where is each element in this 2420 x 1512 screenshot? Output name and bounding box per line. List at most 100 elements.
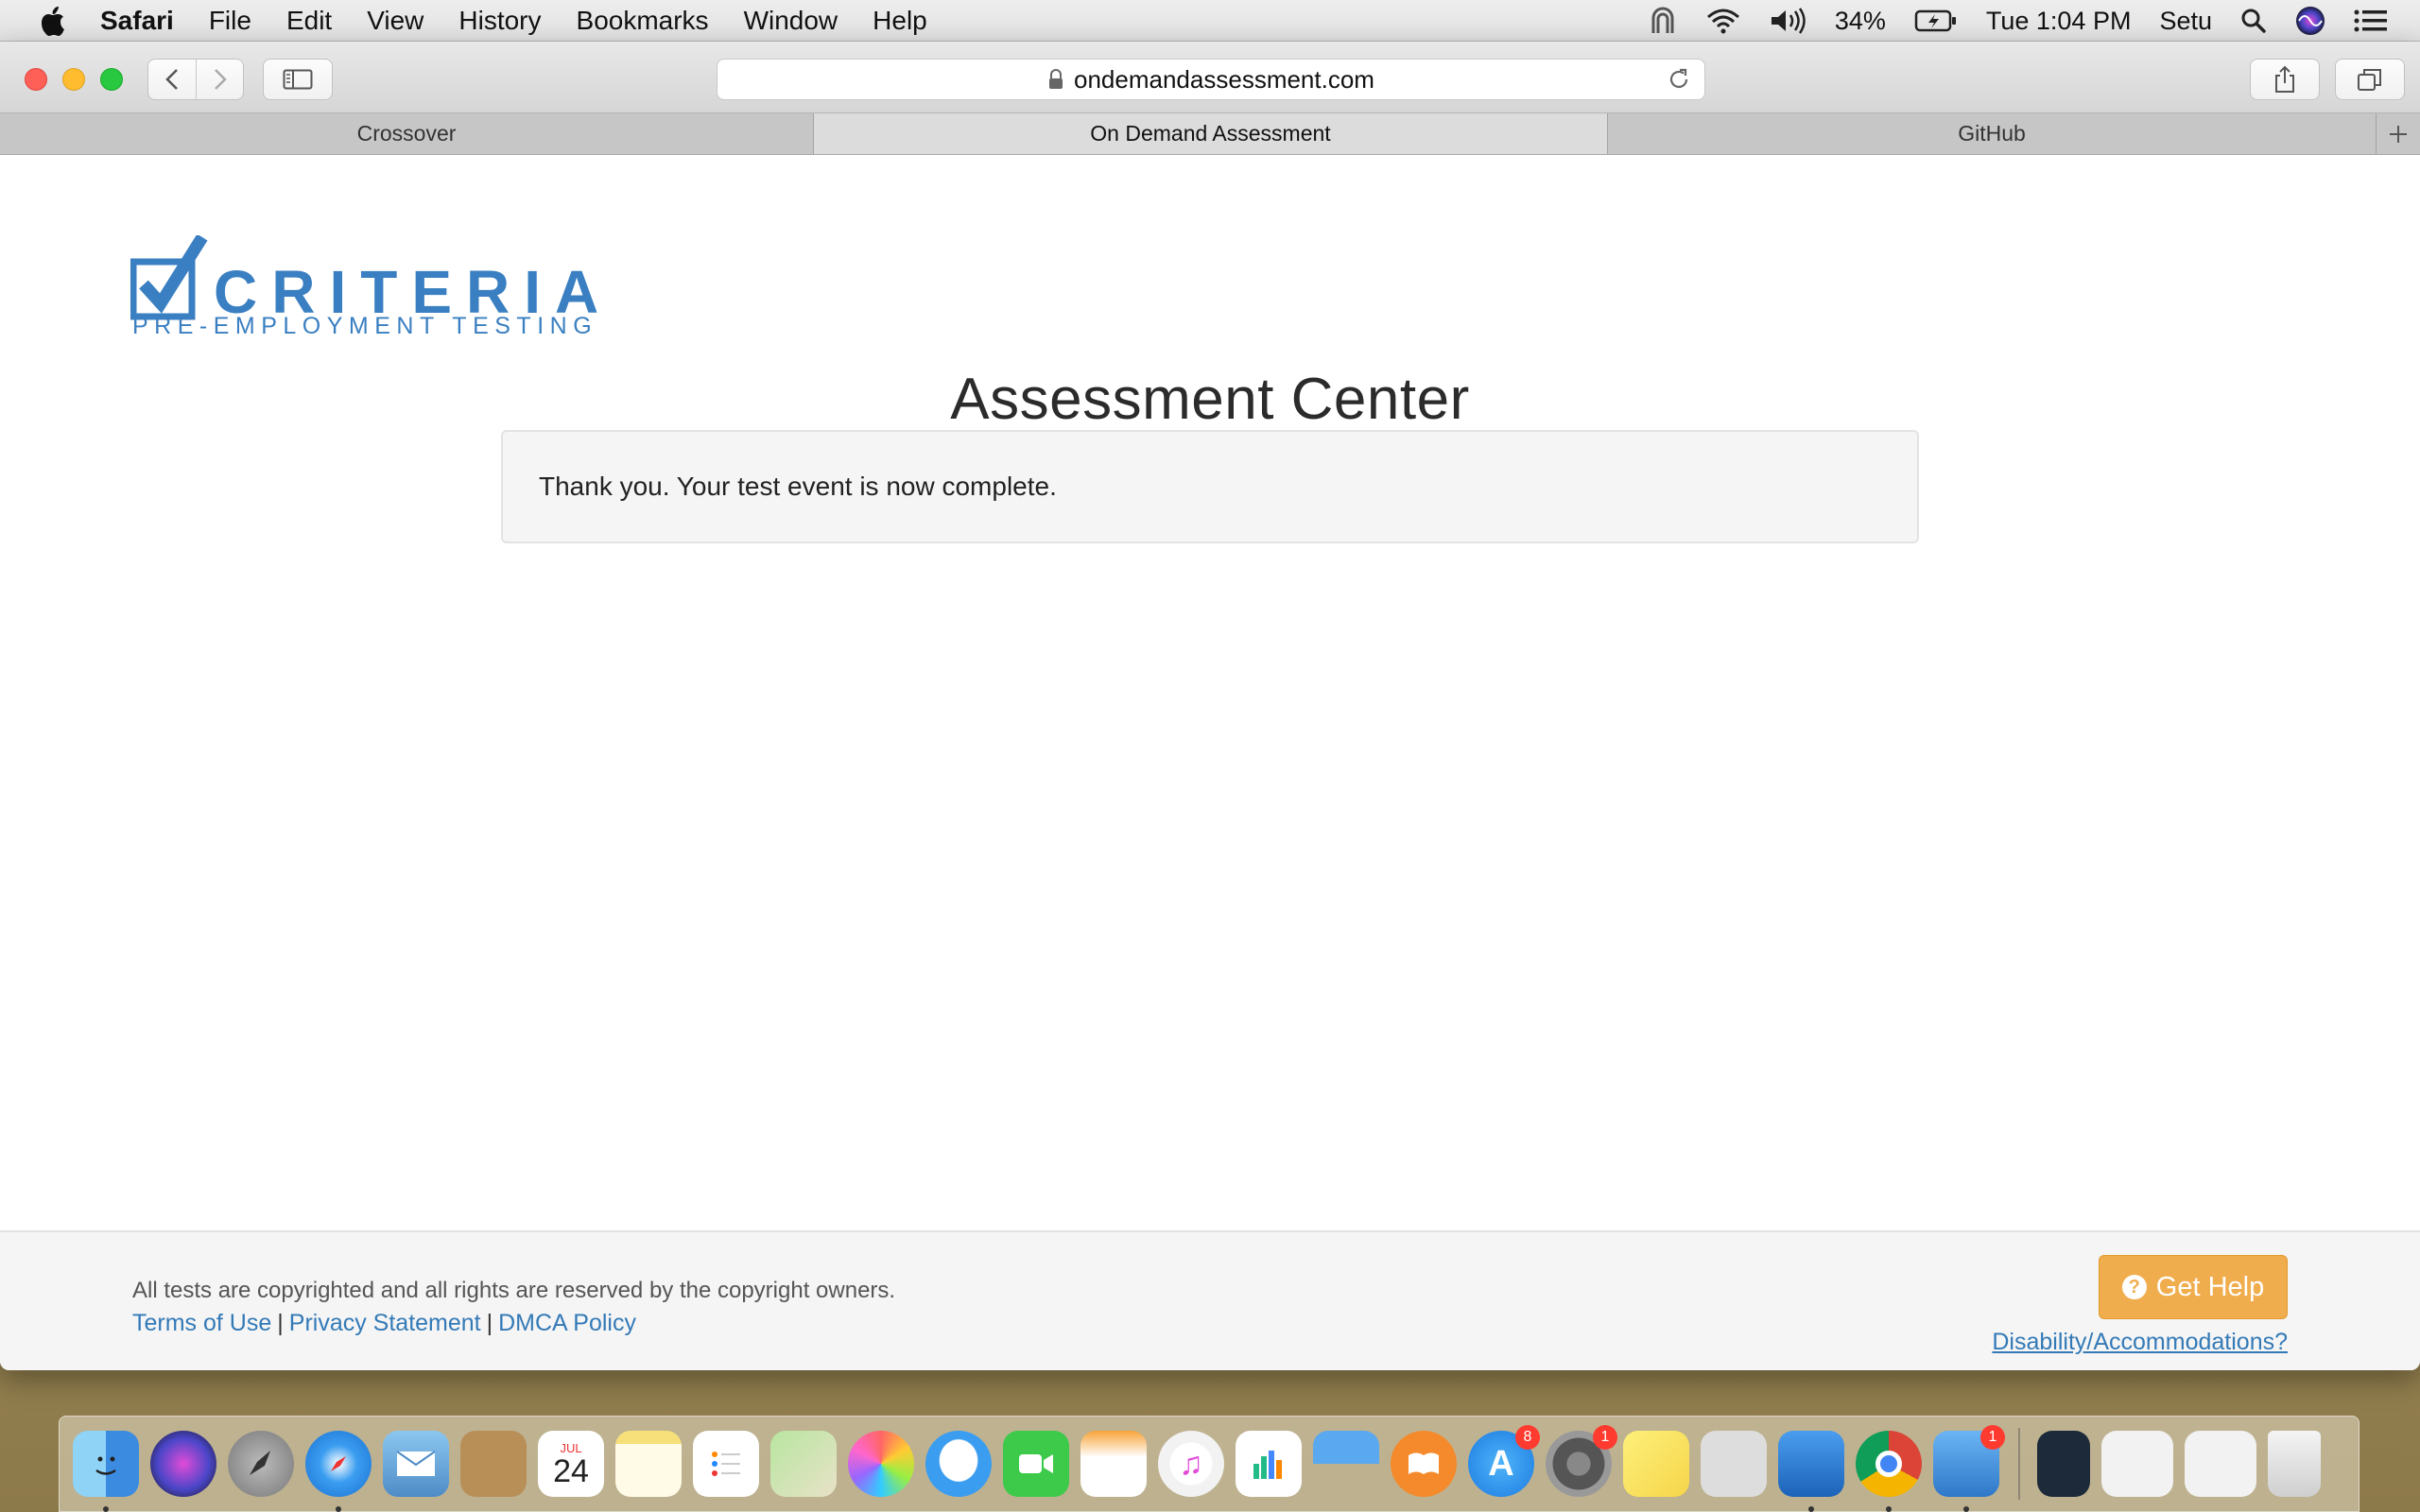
user-name[interactable]: Setu [2159, 7, 2212, 36]
app-store-icon[interactable]: A8 [1468, 1425, 1540, 1497]
question-circle-icon: ? [2121, 1275, 2147, 1299]
system-preferences-icon[interactable]: 1 [1546, 1425, 1617, 1497]
link-divider: | [277, 1310, 284, 1336]
stack-app-icon[interactable]: 1 [1933, 1425, 2005, 1512]
mail-icon[interactable] [383, 1431, 449, 1497]
clock[interactable]: Tue 1:04 PM [1986, 7, 2132, 36]
battery-icon[interactable] [1914, 9, 1958, 33]
disability-accommodations-link[interactable]: Disability/Accommodations? [1992, 1329, 2288, 1356]
activity-window-icon[interactable] [2037, 1431, 2090, 1497]
tab-crossover[interactable]: Crossover [0, 113, 814, 154]
criteria-logo[interactable]: CRITERIA PRE-EMPLOYMENT TESTING [130, 233, 599, 340]
notification-badge: 1 [1980, 1425, 2005, 1450]
screenshot-utility-icon[interactable] [1701, 1431, 1767, 1497]
chevron-left-icon [165, 69, 178, 90]
notes-icon[interactable] [615, 1431, 682, 1497]
wifi-icon[interactable] [1706, 8, 1740, 34]
siri-icon[interactable] [150, 1431, 216, 1497]
reminders-icon[interactable] [693, 1431, 759, 1497]
get-help-button[interactable]: ? Get Help [2099, 1255, 2288, 1319]
address-bar[interactable]: ondemandassessment.com [717, 59, 1705, 100]
menu-bookmarks[interactable]: Bookmarks [577, 6, 709, 36]
notification-badge: 8 [1515, 1425, 1540, 1450]
link-divider: | [486, 1310, 493, 1336]
fullscreen-window-button[interactable] [100, 68, 123, 91]
trash-icon[interactable] [2268, 1431, 2321, 1497]
spotlight-icon[interactable] [2240, 8, 2267, 34]
footer-links: Terms of Use | Privacy Statement | DMCA Poli… [132, 1310, 636, 1337]
forward-button[interactable] [196, 60, 243, 99]
notification-badge: 1 [1593, 1425, 1617, 1450]
tab-bar: Crossover On Demand Assessment GitHub [0, 113, 2420, 155]
sidebar-toggle-button[interactable] [263, 59, 333, 100]
menu-app-safari[interactable]: Safari [100, 6, 174, 36]
privacy-statement-link[interactable]: Privacy Statement [289, 1310, 481, 1336]
menu-help[interactable]: Help [873, 6, 927, 36]
tab-on-demand-assessment[interactable]: On Demand Assessment [814, 113, 1608, 154]
pages-icon[interactable] [1080, 1431, 1147, 1497]
safari-window: ondemandassessment.com Crossover On Dema… [0, 42, 2420, 1370]
share-icon [2275, 65, 2294, 93]
status-menus: 34% Tue 1:04 PM Setu [1648, 0, 2420, 42]
running-indicator [1886, 1506, 1892, 1512]
numbers-icon[interactable] [1236, 1431, 1302, 1497]
dock: JUL 24 ♫ A8 1 1 [59, 1416, 2360, 1512]
facetime-icon[interactable] [1003, 1431, 1069, 1497]
battery-percent: 34% [1834, 6, 1886, 35]
calendar-day: 24 [553, 1452, 589, 1489]
minimize-window-button[interactable] [62, 68, 85, 91]
lock-icon [1047, 69, 1064, 90]
launchpad-icon[interactable] [228, 1431, 294, 1497]
back-button[interactable] [148, 60, 196, 99]
terms-of-use-link[interactable]: Terms of Use [132, 1310, 271, 1336]
xcode-icon[interactable] [1778, 1431, 1844, 1512]
dmca-policy-link[interactable]: DMCA Policy [498, 1310, 636, 1336]
plus-icon [2390, 125, 2407, 143]
running-indicator [336, 1506, 341, 1512]
new-tab-button[interactable] [2377, 113, 2420, 154]
menu-file[interactable]: File [209, 6, 251, 36]
running-indicator [1963, 1506, 1969, 1512]
reload-icon[interactable] [1667, 67, 1691, 98]
tab-github[interactable]: GitHub [1608, 113, 2377, 154]
photos-icon[interactable] [848, 1431, 914, 1497]
calendar-icon[interactable]: JUL 24 [538, 1431, 604, 1497]
show-all-tabs-button[interactable] [2335, 59, 2405, 100]
completion-message-box: Thank you. Your test event is now comple… [501, 430, 1919, 543]
fan-icon[interactable] [1648, 7, 1678, 35]
sidebar-icon [283, 69, 313, 90]
finder-window-icon[interactable] [2185, 1431, 2256, 1497]
safari-icon[interactable] [305, 1431, 372, 1512]
itunes-icon[interactable]: ♫ [1158, 1431, 1224, 1497]
share-button[interactable] [2250, 59, 2320, 100]
menu-history[interactable]: History [458, 6, 541, 36]
menu-view[interactable]: View [367, 6, 424, 36]
notification-center-icon[interactable] [2354, 9, 2388, 33]
menu-window[interactable]: Window [744, 6, 838, 36]
running-indicator [103, 1506, 109, 1512]
completion-message: Thank you. Your test event is now comple… [539, 472, 1057, 501]
apple-icon[interactable] [38, 5, 66, 37]
back-forward-group [147, 59, 244, 100]
menu-edit[interactable]: Edit [286, 6, 332, 36]
volume-icon[interactable] [1769, 8, 1806, 34]
siri-icon[interactable] [2295, 6, 2325, 36]
close-window-button[interactable] [25, 68, 47, 91]
dock-separator [2018, 1428, 2020, 1500]
contacts-icon[interactable] [460, 1431, 527, 1497]
keynote-icon[interactable] [1313, 1431, 1379, 1497]
get-help-label: Get Help [2155, 1271, 2265, 1302]
chevron-right-icon [214, 69, 227, 90]
url-text: ondemandassessment.com [1074, 64, 1374, 94]
ibooks-icon[interactable] [1391, 1431, 1457, 1497]
tabs-overview-icon [2358, 69, 2381, 91]
page-footer: All tests are copyrighted and all rights… [0, 1230, 2420, 1370]
messages-icon[interactable] [925, 1431, 992, 1497]
browser-toolbar: ondemandassessment.com [0, 42, 2420, 113]
menu-bar: Safari File Edit View History Bookmarks … [0, 0, 2420, 42]
stickies-icon[interactable] [1623, 1431, 1689, 1497]
chrome-icon[interactable] [1856, 1431, 1922, 1512]
finder-icon[interactable] [73, 1431, 139, 1512]
maps-icon[interactable] [770, 1431, 837, 1497]
chrome-window-icon[interactable] [2101, 1431, 2173, 1497]
